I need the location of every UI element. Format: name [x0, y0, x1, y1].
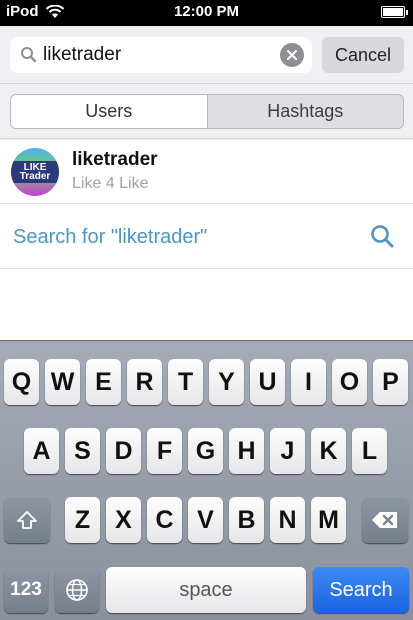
key-p[interactable]: P	[373, 359, 408, 405]
search-input[interactable]	[43, 43, 273, 67]
key-g[interactable]: G	[188, 428, 223, 474]
list-item[interactable]: LIKE Trader liketrader Like 4 Like	[0, 140, 413, 204]
avatar-logo: LIKE Trader	[11, 161, 59, 183]
status-bar: iPod 12:00 PM	[0, 0, 413, 26]
key-o[interactable]: O	[332, 359, 367, 405]
tab-hashtags[interactable]: Hashtags	[208, 95, 404, 128]
key-b[interactable]: B	[229, 497, 264, 543]
screen: iPod 12:00 PM Cancel	[0, 0, 413, 620]
key-t[interactable]: T	[168, 359, 203, 405]
shift-icon	[17, 511, 37, 529]
search-key[interactable]: Search	[313, 567, 409, 613]
key-e[interactable]: E	[86, 359, 121, 405]
backspace-key[interactable]	[362, 497, 408, 543]
cancel-button[interactable]: Cancel	[322, 37, 404, 73]
key-w[interactable]: W	[45, 359, 80, 405]
globe-icon	[66, 579, 88, 601]
shift-key[interactable]	[4, 497, 50, 543]
key-s[interactable]: S	[65, 428, 100, 474]
segment-bar: Users Hashtags	[0, 85, 413, 139]
key-v[interactable]: V	[188, 497, 223, 543]
tab-users[interactable]: Users	[11, 95, 208, 128]
backspace-icon	[372, 512, 397, 528]
close-icon	[287, 50, 297, 60]
space-key[interactable]: space	[106, 567, 306, 613]
segmented-control: Users Hashtags	[10, 94, 404, 129]
status-time: 12:00 PM	[173, 3, 240, 20]
search-field[interactable]	[10, 37, 312, 73]
search-for-row[interactable]: Search for "liketrader"	[0, 205, 413, 269]
keyboard: Q W E R T Y U I O P A S D F G H J K L Z …	[0, 340, 413, 620]
key-m[interactable]: M	[311, 497, 346, 543]
avatar: LIKE Trader	[11, 148, 59, 196]
key-c[interactable]: C	[147, 497, 182, 543]
key-y[interactable]: Y	[209, 359, 244, 405]
key-q[interactable]: Q	[4, 359, 39, 405]
key-f[interactable]: F	[147, 428, 182, 474]
results-list: LIKE Trader liketrader Like 4 Like Searc…	[0, 140, 413, 340]
search-for-label: Search for "liketrader"	[13, 226, 208, 248]
key-k[interactable]: K	[311, 428, 346, 474]
username: liketrader	[72, 149, 158, 170]
user-subtitle: Like 4 Like	[72, 175, 149, 192]
key-a[interactable]: A	[24, 428, 59, 474]
key-i[interactable]: I	[291, 359, 326, 405]
key-j[interactable]: J	[270, 428, 305, 474]
clear-icon[interactable]	[280, 43, 304, 67]
numbers-key[interactable]: 123	[4, 567, 48, 613]
key-r[interactable]: R	[127, 359, 162, 405]
battery-icon	[381, 6, 408, 18]
key-l[interactable]: L	[352, 428, 387, 474]
key-x[interactable]: X	[106, 497, 141, 543]
key-u[interactable]: U	[250, 359, 285, 405]
search-header: Cancel	[0, 26, 413, 84]
key-d[interactable]: D	[106, 428, 141, 474]
key-h[interactable]: H	[229, 428, 264, 474]
globe-key[interactable]	[55, 567, 99, 613]
key-n[interactable]: N	[270, 497, 305, 543]
key-z[interactable]: Z	[65, 497, 100, 543]
search-icon	[371, 225, 394, 248]
search-icon	[21, 47, 37, 63]
